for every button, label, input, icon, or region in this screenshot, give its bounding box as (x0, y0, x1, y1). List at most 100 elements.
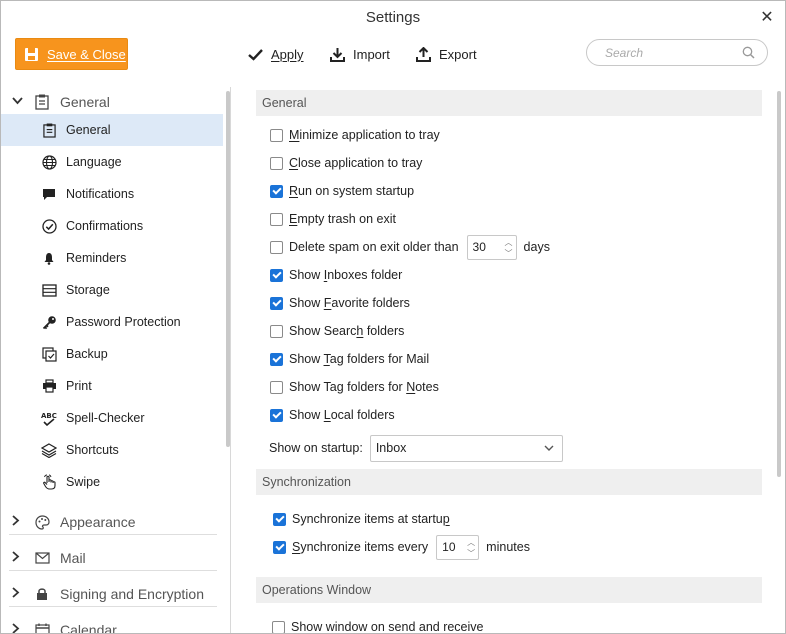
sidebar-group-general-label: General (60, 94, 110, 110)
startup-select[interactable]: Inbox (369, 434, 563, 462)
checkbox[interactable] (270, 128, 283, 142)
sidebar-item-storage[interactable]: Storage (1, 274, 223, 306)
sidebar-item-swipe[interactable]: Swipe (1, 466, 223, 498)
checkbox[interactable] (270, 352, 283, 366)
sidebar-group-mail[interactable]: Mail (1, 544, 219, 572)
clipboard-icon (34, 94, 50, 110)
sidebar-item-label: Swipe (66, 475, 101, 489)
checkbox[interactable] (273, 540, 286, 554)
sidebar-scrollbar[interactable] (226, 91, 230, 447)
sidebar-item-label: Password Protection (66, 315, 181, 329)
sync-minutes-stepper[interactable]: ︿﹀ (436, 534, 480, 560)
option-label: Show window on send and receive (291, 620, 484, 634)
search-input[interactable] (605, 45, 735, 60)
export-button[interactable]: Export (416, 43, 477, 65)
chevron-down-icon (544, 445, 554, 451)
checkbox[interactable] (272, 620, 285, 633)
checkbox[interactable] (270, 240, 283, 254)
checkbox[interactable] (270, 408, 283, 422)
spam-days-stepper[interactable]: ︿﹀ (466, 234, 517, 260)
save-and-close-label: Save & Close (47, 46, 126, 62)
palette-icon (34, 514, 50, 530)
option-empty-trash[interactable]: Empty trash on exit (270, 208, 396, 230)
speech-bubble-icon (41, 186, 57, 202)
sidebar-item-password-protection[interactable]: Password Protection (1, 306, 223, 338)
chevron-up-icon[interactable]: ︿ (505, 237, 513, 248)
sidebar-group-appearance[interactable]: Appearance (1, 508, 219, 536)
sidebar-item-confirmations[interactable]: Confirmations (1, 210, 223, 242)
window-title: Settings (365, 9, 421, 26)
title-bar: Settings ✕ (1, 1, 785, 35)
option-delete-spam[interactable]: Delete spam on exit older than ︿﹀ days (270, 234, 550, 260)
save-and-close-button[interactable]: Save & Close (15, 38, 128, 70)
option-minimize-to-tray[interactable]: Minimize application to tray (270, 124, 440, 146)
option-show-tag-mail[interactable]: Show Tag folders for Mail (270, 348, 429, 370)
spam-days-unit: days (523, 240, 550, 254)
sidebar-group-signing-encryption[interactable]: Signing and Encryption (1, 580, 219, 608)
checkbox[interactable] (273, 512, 286, 526)
group-divider (9, 534, 217, 535)
swipe-hand-icon (41, 474, 57, 490)
settings-window: Settings ✕ Save & Close Apply Import Exp… (0, 0, 786, 634)
sidebar-item-reminders[interactable]: Reminders (1, 242, 223, 274)
sync-minutes-input[interactable] (437, 540, 462, 554)
spell-check-icon: ABC (41, 410, 57, 426)
checkbox[interactable] (270, 380, 283, 394)
checkbox[interactable] (270, 184, 283, 198)
chevron-up-icon[interactable]: ︿ (467, 537, 475, 548)
import-button[interactable]: Import (330, 43, 390, 65)
option-run-on-startup[interactable]: Run on system startup (270, 180, 414, 202)
option-show-search-folders[interactable]: Show Search folders (270, 320, 404, 342)
storage-icon (41, 282, 57, 298)
option-show-tag-notes[interactable]: Show Tag folders for Notes (270, 376, 439, 398)
lock-icon (34, 586, 50, 602)
startup-label: Show on startup: (269, 441, 363, 455)
sidebar-item-shortcuts[interactable]: Shortcuts (1, 434, 223, 466)
checkbox[interactable] (270, 324, 283, 338)
spam-days-input[interactable] (467, 240, 498, 254)
sidebar-item-label: Backup (66, 347, 108, 361)
checkbox[interactable] (270, 156, 283, 170)
search-box[interactable] (586, 39, 768, 66)
option-show-inboxes[interactable]: Show Inboxes folder (270, 264, 402, 286)
close-icon[interactable]: ✕ (759, 7, 775, 26)
option-close-to-tray[interactable]: Close application to tray (270, 152, 422, 174)
option-label: Show Favorite folders (289, 296, 410, 310)
option-show-window-send-receive[interactable]: Show window on send and receive (272, 616, 484, 634)
clipboard-icon (41, 122, 57, 138)
chevron-down-icon[interactable]: ﹀ (467, 548, 475, 559)
checkbox[interactable] (270, 268, 283, 282)
option-show-favorites[interactable]: Show Favorite folders (270, 292, 410, 314)
sidebar-group-calendar[interactable]: Calendar (1, 616, 219, 633)
group-divider (9, 606, 217, 607)
globe-icon (41, 154, 57, 170)
content-scrollbar[interactable] (777, 91, 781, 477)
sidebar-item-spell-checker[interactable]: ABC Spell-Checker (1, 402, 223, 434)
option-sync-at-startup[interactable]: Synchronize items at startup (273, 508, 450, 530)
option-label: Show Tag folders for Notes (289, 380, 439, 394)
sidebar-item-language[interactable]: Language (1, 146, 223, 178)
sidebar-item-general[interactable]: General (1, 114, 223, 146)
sidebar-item-label: General (66, 123, 111, 137)
sidebar-group-general[interactable]: General (1, 88, 219, 116)
startup-value: Inbox (375, 441, 407, 455)
key-icon (41, 314, 57, 330)
sidebar-item-backup[interactable]: Backup (1, 338, 223, 370)
option-label: Synchronize items at startup (292, 512, 450, 526)
chevron-down-icon[interactable]: ﹀ (505, 248, 513, 259)
checkbox[interactable] (270, 212, 283, 226)
sidebar-group-label: Mail (60, 550, 86, 566)
apply-button[interactable]: Apply (248, 43, 304, 65)
sidebar-item-label: Notifications (66, 187, 135, 201)
sidebar-item-print[interactable]: Print (1, 370, 223, 402)
option-sync-every[interactable]: Synchronize items every ︿﹀ minutes (273, 534, 530, 560)
checkbox[interactable] (270, 296, 283, 310)
section-header-operations-window: Operations Window (256, 577, 762, 603)
sidebar-group-label: Appearance (60, 514, 136, 530)
option-label: Run on system startup (289, 184, 415, 198)
option-show-local-folders[interactable]: Show Local folders (270, 404, 395, 426)
sidebar-item-notifications[interactable]: Notifications (1, 178, 223, 210)
export-icon (416, 46, 431, 62)
sidebar-group-label: Signing and Encryption (60, 586, 204, 602)
search-icon[interactable] (742, 46, 755, 59)
